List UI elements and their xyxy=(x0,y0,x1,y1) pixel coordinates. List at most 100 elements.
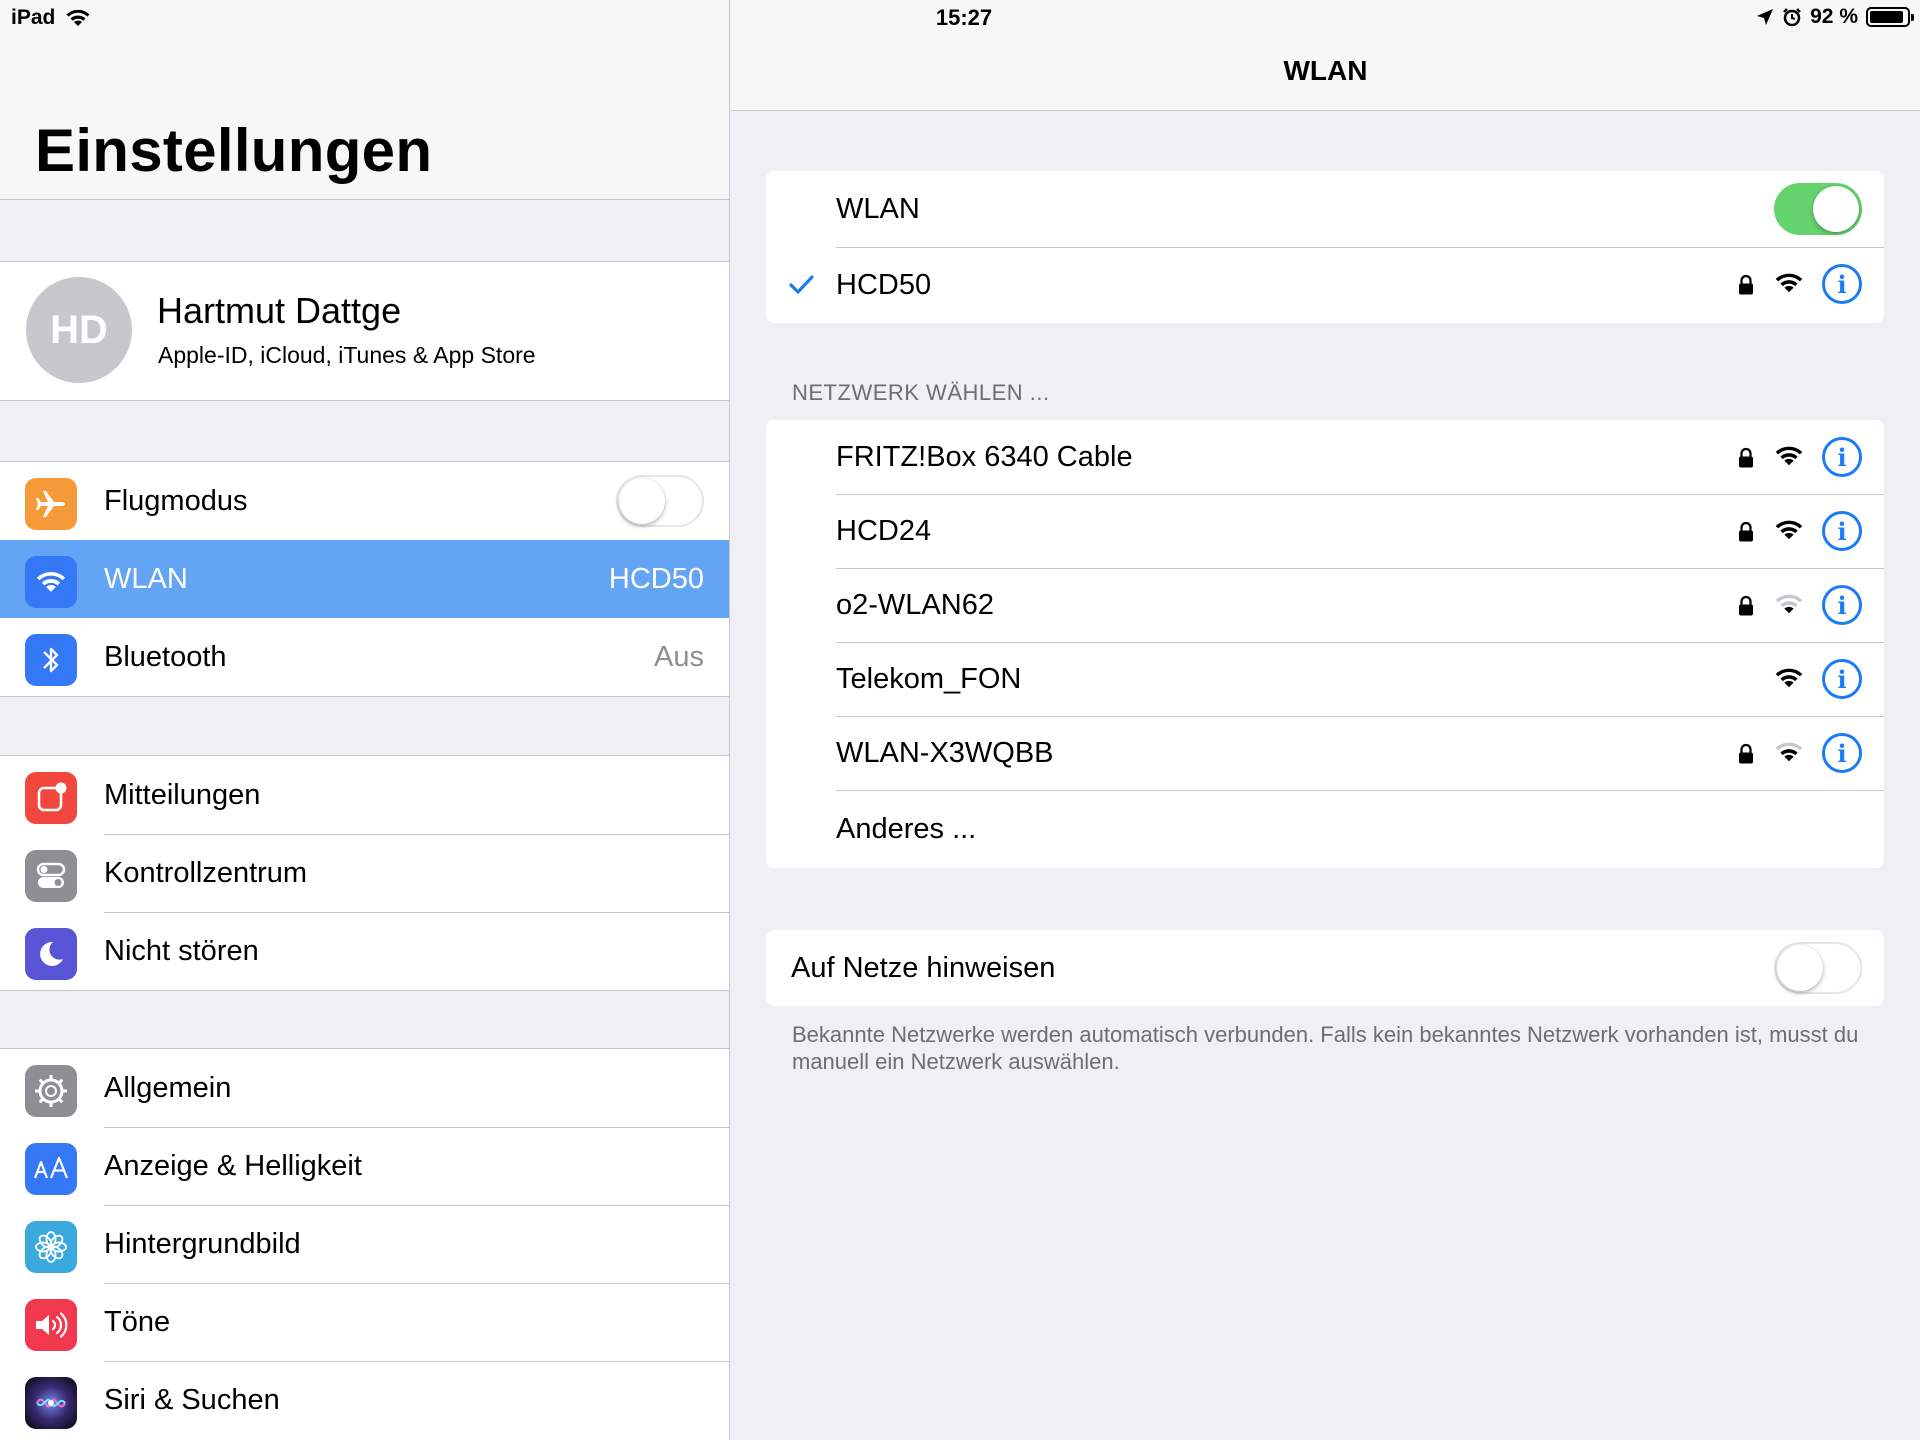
page-title: Einstellungen xyxy=(35,117,433,184)
info-button[interactable]: i xyxy=(1822,659,1862,699)
sidebar-item-detail: HCD50 xyxy=(608,562,704,595)
sidebar-item-label: Anzeige & Helligkeit xyxy=(104,1149,362,1182)
info-button[interactable]: i xyxy=(1822,733,1862,773)
network-name: HCD24 xyxy=(836,514,932,547)
wlan-toggle-row[interactable]: WLAN xyxy=(766,171,1884,247)
display-brightness-icon xyxy=(25,1143,77,1195)
network-row[interactable]: WLAN-X3WQBB i xyxy=(766,716,1884,790)
sidebar-item-label: Nicht stören xyxy=(104,934,259,967)
wifi-signal-icon xyxy=(1774,271,1804,300)
wallpaper-flower-icon xyxy=(25,1221,77,1273)
lock-icon xyxy=(1738,521,1754,548)
profile-name: Hartmut Dattge xyxy=(157,290,402,331)
sidebar-item-label: Flugmodus xyxy=(104,484,248,517)
info-button[interactable]: i xyxy=(1822,437,1862,477)
flugmodus-toggle[interactable] xyxy=(616,475,704,527)
sidebar-item-toene[interactable]: Töne xyxy=(0,1283,729,1361)
settings-sidebar: Einstellungen HD Hartmut Dattge Apple-ID… xyxy=(0,0,730,1440)
network-list: FRITZ!Box 6340 Cable i HCD24 i o2-WLAN62… xyxy=(766,420,1884,868)
network-name: Telekom_FON xyxy=(836,662,1022,695)
ask-join-card: Auf Netze hinweisen xyxy=(766,930,1884,1006)
toggle-knob xyxy=(1813,186,1859,232)
airplane-icon xyxy=(25,478,77,530)
siri-icon xyxy=(25,1377,77,1429)
sidebar-item-label: Kontrollzentrum xyxy=(104,856,308,889)
sidebar-item-label: Mitteilungen xyxy=(104,778,261,811)
sidebar-item-allgemein[interactable]: Allgemein xyxy=(0,1049,729,1127)
connected-network-row[interactable]: HCD50 i xyxy=(766,247,1884,323)
moon-icon xyxy=(25,928,77,980)
section-header: NETZWERK WÄHLEN ... xyxy=(792,380,1050,405)
sidebar-item-nicht-stoeren[interactable]: Nicht stören xyxy=(0,912,729,990)
alarm-clock-icon xyxy=(1783,8,1802,27)
other-network-label: Anderes ... xyxy=(836,812,977,845)
wlan-detail-pane: WLAN WLAN HCD50 i NETZWERK WÄHLEN ... FR… xyxy=(731,0,1920,1440)
wifi-icon xyxy=(25,556,77,608)
wlan-toggle-label: WLAN xyxy=(836,192,920,225)
network-row[interactable]: FRITZ!Box 6340 Cable i xyxy=(766,420,1884,494)
network-name: HCD50 xyxy=(836,268,932,301)
network-name: o2-WLAN62 xyxy=(836,588,994,621)
network-row[interactable]: o2-WLAN62 i xyxy=(766,568,1884,642)
location-arrow-icon xyxy=(1757,9,1774,25)
network-name: FRITZ!Box 6340 Cable xyxy=(836,440,1133,473)
network-row[interactable]: Telekom_FON i xyxy=(766,642,1884,716)
battery-percent: 92 % xyxy=(1810,5,1858,28)
status-time: 15:27 xyxy=(935,5,993,30)
wlan-card: WLAN HCD50 i xyxy=(766,171,1884,323)
bluetooth-icon xyxy=(25,634,77,686)
battery-level xyxy=(1870,11,1904,23)
battery-icon xyxy=(1866,7,1914,27)
ask-join-footer: Bekannte Netzwerke werden automatisch ve… xyxy=(792,1022,1859,1074)
wifi-signal-icon xyxy=(1774,444,1804,473)
checkmark-icon xyxy=(789,275,814,294)
sidebar-item-hintergrundbild[interactable]: Hintergrundbild xyxy=(0,1205,729,1283)
sidebar-item-label: Hintergrundbild xyxy=(104,1227,301,1260)
wifi-signal-icon xyxy=(1774,518,1804,547)
lock-icon xyxy=(1738,743,1754,770)
sidebar-item-wlan[interactable]: WLAN HCD50 xyxy=(0,540,729,618)
ask-join-label: Auf Netze hinweisen xyxy=(791,951,1056,984)
apple-id-profile[interactable]: HD Hartmut Dattge Apple-ID, iCloud, iTun… xyxy=(0,261,729,401)
sidebar-item-label: Siri & Suchen xyxy=(104,1383,280,1416)
sidebar-item-label: WLAN xyxy=(104,562,188,595)
sidebar-item-label: Bluetooth xyxy=(104,640,227,673)
toggle-knob xyxy=(619,478,665,524)
sidebar-item-mitteilungen[interactable]: Mitteilungen xyxy=(0,756,729,834)
other-network-row[interactable]: Anderes ... xyxy=(766,790,1884,868)
wifi-signal-icon xyxy=(1774,740,1804,769)
control-center-icon xyxy=(25,850,77,902)
sidebar-item-detail: Aus xyxy=(654,640,704,673)
speaker-icon xyxy=(25,1299,77,1351)
settings-group-connectivity: Flugmodus WLAN HCD50 Bluetooth Aus xyxy=(0,461,729,697)
lock-icon xyxy=(1738,447,1754,474)
network-name: WLAN-X3WQBB xyxy=(836,736,1054,769)
nav-title: WLAN xyxy=(1283,55,1368,86)
status-bar: iPad 15:27 92 % xyxy=(0,0,1920,36)
sidebar-item-anzeige[interactable]: Anzeige & Helligkeit xyxy=(0,1127,729,1205)
sidebar-item-label: Allgemein xyxy=(104,1071,232,1104)
info-button[interactable]: i xyxy=(1822,511,1862,551)
avatar: HD xyxy=(26,277,132,383)
gear-icon xyxy=(25,1065,77,1117)
lock-icon xyxy=(1738,595,1754,622)
wlan-toggle[interactable] xyxy=(1774,183,1862,235)
wifi-signal-icon xyxy=(1774,666,1804,695)
sidebar-item-siri[interactable]: Siri & Suchen xyxy=(0,1361,729,1439)
sidebar-item-bluetooth[interactable]: Bluetooth Aus xyxy=(0,618,729,696)
notifications-icon xyxy=(25,772,77,824)
sidebar-item-kontrollzentrum[interactable]: Kontrollzentrum xyxy=(0,834,729,912)
lock-icon xyxy=(1738,274,1754,301)
profile-subtitle: Apple-ID, iCloud, iTunes & App Store xyxy=(158,342,536,368)
toggle-knob xyxy=(1777,945,1823,991)
ask-join-row[interactable]: Auf Netze hinweisen xyxy=(766,930,1884,1006)
settings-group-general: Allgemein Anzeige & Helligkeit Hintergru… xyxy=(0,1048,729,1440)
sidebar-item-flugmodus[interactable]: Flugmodus xyxy=(0,462,729,540)
status-bar-right: 92 % xyxy=(1756,5,1914,29)
network-row[interactable]: HCD24 i xyxy=(766,494,1884,568)
sidebar-item-label: Töne xyxy=(104,1305,171,1338)
ask-join-toggle[interactable] xyxy=(1774,942,1862,994)
info-button[interactable]: i xyxy=(1822,264,1862,304)
wifi-signal-icon xyxy=(1774,592,1804,621)
info-button[interactable]: i xyxy=(1822,585,1862,625)
